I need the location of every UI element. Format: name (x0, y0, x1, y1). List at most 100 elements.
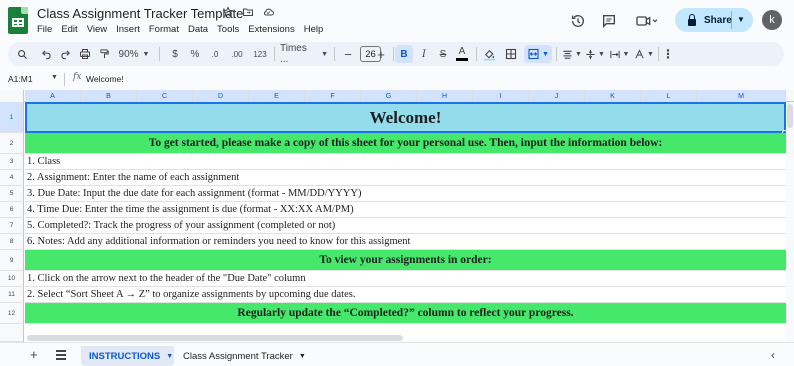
column-header[interactable]: F (305, 90, 361, 102)
instruction-cell[interactable]: 3. Due Date: Input the due date for each… (25, 186, 786, 202)
instruction-heading-cell[interactable]: Regularly update the “Completed?” column… (25, 303, 786, 324)
cloud-status-icon[interactable] (262, 6, 275, 18)
comments-icon[interactable] (601, 10, 617, 32)
row-header[interactable]: 9 (0, 250, 24, 271)
currency-format-button[interactable]: $ (169, 42, 181, 66)
row-header[interactable]: 10 (0, 271, 24, 287)
print-icon[interactable] (77, 42, 93, 66)
column-header[interactable]: K (585, 90, 641, 102)
menu-insert[interactable]: Insert (116, 24, 140, 35)
row-header[interactable]: 5 (0, 186, 24, 202)
column-header[interactable]: A (25, 90, 81, 102)
row-header[interactable]: 8 (0, 234, 24, 250)
strikethrough-button[interactable]: S (436, 42, 450, 66)
instruction-cell[interactable]: 1. Class (25, 154, 786, 170)
menu-view[interactable]: View (87, 24, 107, 35)
add-sheet-button[interactable]: + (30, 347, 38, 362)
search-menus-icon[interactable] (14, 42, 30, 66)
instruction-cell[interactable]: 4. Time Due: Enter the time the assignme… (25, 202, 786, 218)
document-title[interactable]: Class Assignment Tracker Template (37, 6, 243, 21)
instruction-cell[interactable]: 2. Select “Sort Sheet A → Z” to organize… (25, 287, 786, 303)
instruction-heading-cell[interactable]: To get started, please make a copy of th… (25, 133, 786, 154)
column-header[interactable]: J (529, 90, 585, 102)
tab-dropdown-icon[interactable]: ▼ (166, 353, 173, 360)
vertical-align-icon[interactable]: ▼ (584, 42, 606, 66)
column-header[interactable]: L (641, 90, 697, 102)
text-wrapping-icon[interactable]: ▼ (608, 42, 630, 66)
meet-icon[interactable] (634, 10, 660, 32)
instruction-cell[interactable]: 6. Notes: Add any additional information… (25, 234, 786, 250)
decrease-decimal-button[interactable]: .0 (207, 42, 223, 66)
percent-format-button[interactable]: % (189, 42, 201, 66)
increase-decimal-button[interactable]: .00 (227, 42, 247, 66)
instruction-heading-cell[interactable]: To view your assignments in order: (25, 250, 786, 271)
redo-icon[interactable] (58, 42, 72, 66)
merge-cells-icon[interactable]: ▼ (524, 45, 552, 63)
vertical-scrollbar[interactable] (786, 102, 794, 342)
text-rotation-icon[interactable]: ▼ (633, 42, 655, 66)
borders-icon[interactable] (503, 42, 519, 66)
instruction-cell[interactable]: 5. Completed?: Track the progress of you… (25, 218, 786, 234)
welcome-cell[interactable]: Welcome! (25, 102, 786, 133)
move-folder-icon[interactable] (242, 6, 254, 18)
menu-format[interactable]: Format (149, 24, 179, 35)
horizontal-align-icon[interactable]: ▼ (561, 42, 583, 66)
name-box[interactable]: A1:M1 (8, 74, 33, 84)
column-header[interactable]: B (81, 90, 137, 102)
name-box-dropdown-icon[interactable]: ▼ (51, 74, 58, 81)
row-header (0, 324, 24, 342)
history-icon[interactable] (570, 10, 586, 32)
menu-tools[interactable]: Tools (217, 24, 239, 35)
row-header[interactable]: 6 (0, 202, 24, 218)
column-header[interactable]: D (193, 90, 249, 102)
formula-input[interactable]: Welcome! (86, 74, 124, 84)
menu-edit[interactable]: Edit (61, 24, 77, 35)
column-header[interactable]: M (697, 90, 786, 102)
all-sheets-menu-icon[interactable] (56, 350, 66, 362)
menu-data[interactable]: Data (188, 24, 208, 35)
column-header[interactable]: C (137, 90, 193, 102)
horizontal-scrollbar[interactable] (25, 334, 786, 342)
font-family-select[interactable]: Times ... ▼ (278, 42, 328, 66)
chevron-left-icon[interactable]: ‹ (771, 348, 775, 362)
tab-instructions[interactable]: INSTRUCTIONS ▼ (81, 346, 174, 366)
tab-class-assignment-tracker[interactable]: Class Assignment Tracker ▼ (178, 346, 306, 366)
increase-font-size-button[interactable]: + (374, 42, 388, 66)
text-color-button[interactable]: A (455, 42, 469, 66)
italic-button[interactable]: I (417, 42, 431, 66)
row-header[interactable]: 1 (0, 102, 24, 133)
menu-extensions[interactable]: Extensions (248, 24, 294, 35)
menu-help[interactable]: Help (304, 24, 324, 35)
column-header[interactable]: I (473, 90, 529, 102)
column-header[interactable]: H (417, 90, 473, 102)
column-header[interactable]: G (361, 90, 417, 102)
menu-file[interactable]: File (37, 24, 52, 35)
zoom-select[interactable]: 90% ▼ (116, 42, 152, 66)
tab-dropdown-icon[interactable]: ▼ (299, 353, 306, 360)
share-dropdown-icon[interactable]: ▼ (737, 15, 745, 24)
sheet-tab-bar: + INSTRUCTIONS ▼ Class Assignment Tracke… (0, 342, 794, 366)
column-header[interactable]: E (249, 90, 305, 102)
more-formats-button[interactable]: 123 (250, 42, 270, 66)
more-options-icon[interactable]: ⋮ (661, 42, 675, 66)
spreadsheet-grid[interactable]: A B C D E F G H I J K L M 1 2 3 4 5 6 7 … (0, 90, 794, 342)
row-header[interactable]: 2 (0, 133, 24, 154)
star-icon[interactable] (222, 6, 234, 18)
instruction-cell[interactable]: 2. Assignment: Enter the name of each as… (25, 170, 786, 186)
fill-color-icon[interactable] (481, 42, 497, 66)
row-header[interactable]: 3 (0, 154, 24, 170)
paint-format-icon[interactable] (97, 42, 111, 66)
share-button[interactable]: Share ▼ (675, 8, 753, 32)
undo-icon[interactable] (39, 42, 53, 66)
row-header[interactable]: 7 (0, 218, 24, 234)
sheets-logo-icon[interactable] (8, 7, 28, 34)
decrease-font-size-button[interactable]: − (342, 42, 354, 66)
bold-button[interactable]: B (395, 45, 413, 63)
row-header[interactable]: 11 (0, 287, 24, 303)
instruction-cell[interactable]: 1. Click on the arrow next to the header… (25, 271, 786, 287)
formula-bar: A1:M1 ▼ fx Welcome! (0, 68, 794, 90)
row-header[interactable]: 4 (0, 170, 24, 186)
row-header[interactable]: 12 (0, 303, 24, 324)
select-all-corner[interactable] (0, 90, 24, 102)
avatar[interactable]: k (762, 10, 782, 30)
